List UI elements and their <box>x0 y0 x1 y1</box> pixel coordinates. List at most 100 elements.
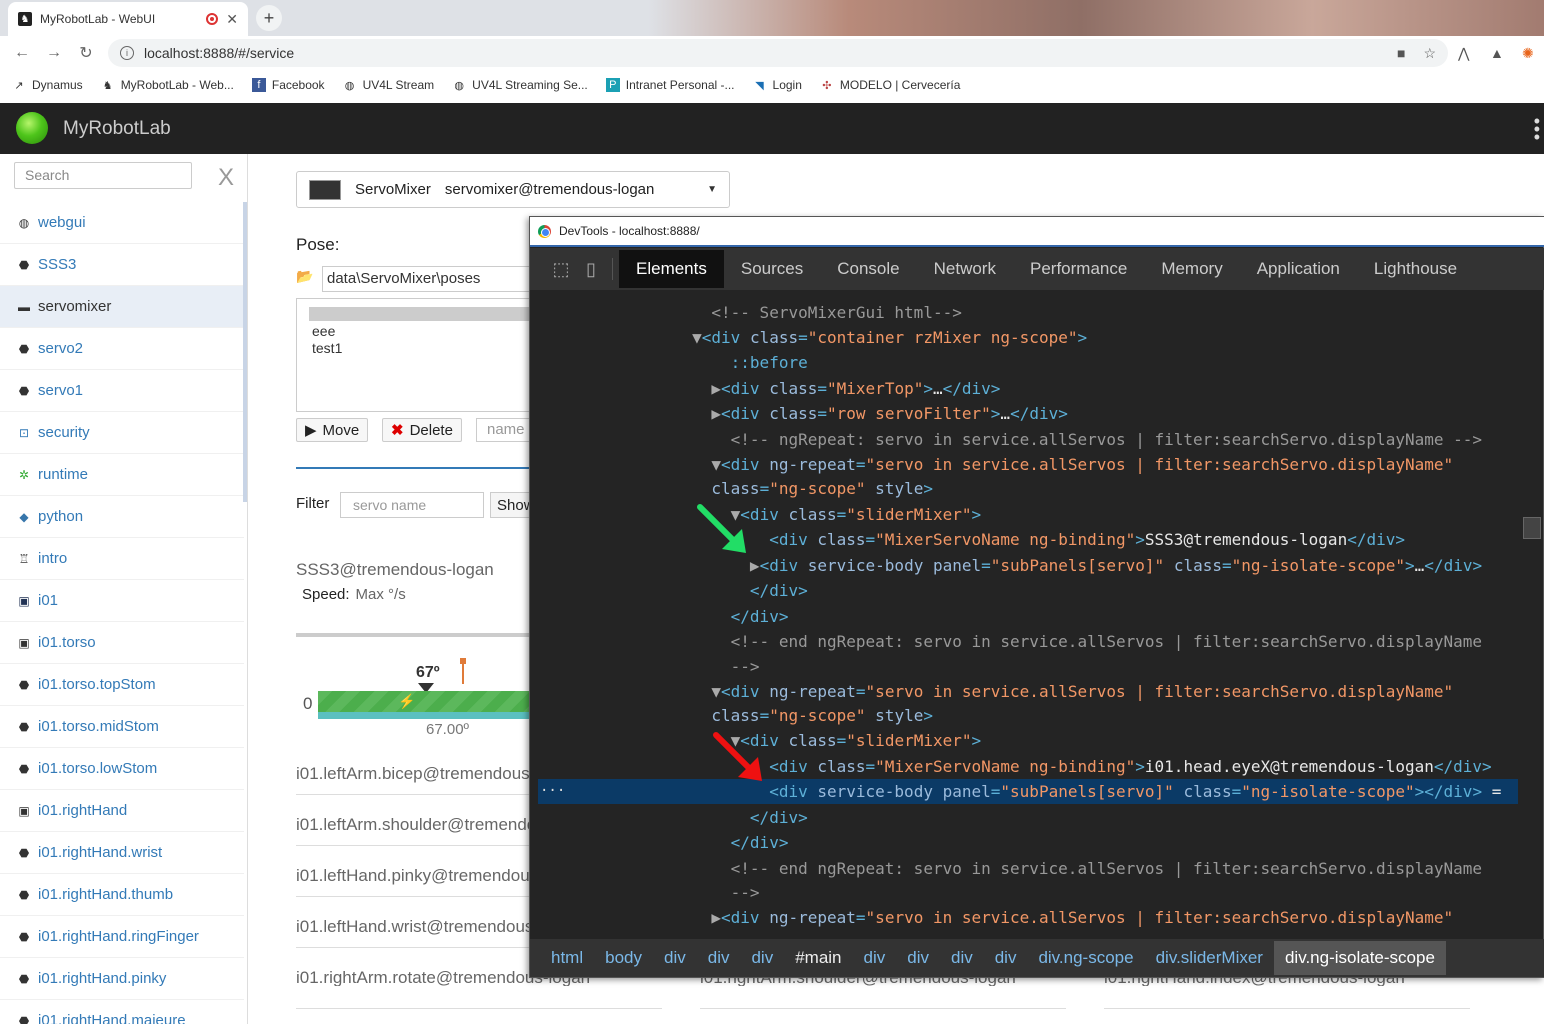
bookmark-intranet[interactable]: P Intranet Personal -... <box>605 78 735 92</box>
dom-node[interactable]: ▼<div class="sliderMixer"> <box>538 502 1518 527</box>
dom-node[interactable]: class="ng-scope" style> <box>538 703 1518 728</box>
dom-node-selected[interactable]: <div service-body panel="subPanels[servo… <box>538 779 1518 804</box>
elements-tree[interactable]: <!-- ServoMixerGui html--> ▼<div class="… <box>538 290 1518 936</box>
sidebar-item-servo2[interactable]: ⬣ servo2 <box>0 328 244 370</box>
dom-node[interactable]: class="ng-scope" style> <box>538 476 1518 501</box>
crumb-slidermixer[interactable]: div.sliderMixer <box>1145 941 1274 975</box>
crumb-div[interactable]: div <box>740 941 784 975</box>
browser-tab[interactable]: ♞ MyRobotLab - WebUI ✕ <box>8 2 248 36</box>
sidebar-item-i01-torso-lowstom[interactable]: ⬣ i01.torso.lowStom <box>0 748 244 790</box>
slider-track[interactable] <box>318 712 530 719</box>
crumb-ng-isolate-scope[interactable]: div.ng-isolate-scope <box>1273 941 1446 975</box>
sidebar-item-security[interactable]: ⊡ security <box>0 412 244 454</box>
device-toolbar-icon[interactable]: ▯ <box>576 254 606 284</box>
devtools-titlebar[interactable]: DevTools - localhost:8888/ <box>530 217 1544 247</box>
sidebar-item-i01-righthand-wrist[interactable]: ⬣ i01.rightHand.wrist <box>0 832 244 874</box>
service-select[interactable]: ServoMixer servomixer@tremendous-logan ▼ <box>296 171 730 208</box>
dom-node[interactable]: <!-- end ngRepeat: servo in service.allS… <box>538 856 1518 881</box>
sidebar-item-servomixer[interactable]: ▬ servomixer <box>0 286 244 328</box>
bookmark-myrobotlab[interactable]: ♞ MyRobotLab - Web... <box>101 78 234 92</box>
crumb-main[interactable]: #main <box>784 941 852 975</box>
energized-slider[interactable]: ⚡ ENERGIZED <box>318 691 530 726</box>
more-options-icon[interactable]: ··· <box>540 783 565 799</box>
servo-row[interactable]: i01.leftHand.wrist@tremendous-logan <box>296 917 536 948</box>
servo-row[interactable]: i01.leftHand.pinky@tremendous-logan <box>296 866 536 897</box>
dom-node[interactable]: ▶<div class="MixerTop">…</div> <box>538 376 1518 401</box>
dom-node[interactable]: ▶<div class="row servoFilter">…</div> <box>538 401 1518 426</box>
dom-node[interactable]: <!-- end ngRepeat: servo in service.allS… <box>538 629 1518 654</box>
servo-row[interactable]: i01.leftArm.shoulder@tremendous-logan <box>296 815 536 846</box>
delete-button[interactable]: ✖ Delete <box>382 418 462 442</box>
sidebar-item-python[interactable]: ◆ python <box>0 496 244 538</box>
tab-elements[interactable]: Elements <box>619 250 724 288</box>
dom-node[interactable]: ::before <box>538 350 1518 375</box>
dom-node[interactable]: </div> <box>538 604 1518 629</box>
dom-node[interactable]: <div class="MixerServoName ng-binding">i… <box>538 754 1518 779</box>
pose-item-eee[interactable]: eee <box>312 323 335 339</box>
servo-row[interactable]: i01.leftArm.bicep@tremendous-logan <box>296 764 536 795</box>
target-marker[interactable] <box>460 658 466 684</box>
new-tab-button[interactable]: + <box>256 5 282 31</box>
dom-node[interactable]: ▼<div class="sliderMixer"> <box>538 728 1518 753</box>
sidebar-item-i01[interactable]: ▣ i01 <box>0 580 244 622</box>
kebab-menu-icon[interactable]: • • • <box>1534 112 1540 146</box>
bookmark-uv4l-streaming[interactable]: ◍ UV4L Streaming Se... <box>452 78 587 92</box>
sidebar-item-runtime[interactable]: ✲ runtime <box>0 454 244 496</box>
tab-lighthouse[interactable]: Lighthouse <box>1357 250 1474 288</box>
bookmark-facebook[interactable]: f Facebook <box>251 78 325 92</box>
bookmark-modelo[interactable]: ✣ MODELO | Cervecería <box>820 78 960 92</box>
bookmark-uv4l-stream[interactable]: ◍ UV4L Stream <box>343 78 434 92</box>
crumb-div[interactable]: div <box>697 941 741 975</box>
star-icon[interactable]: ☆ <box>1423 45 1436 62</box>
url-input[interactable]: i localhost:8888/#/service ■ ☆ <box>108 39 1448 67</box>
pose-name-input[interactable]: name <box>476 418 536 442</box>
crumb-body[interactable]: body <box>594 941 653 975</box>
pose-item-test1[interactable]: test1 <box>312 340 342 356</box>
sidebar-item-i01-righthand-ringfinger[interactable]: ⬣ i01.rightHand.ringFinger <box>0 916 244 958</box>
sidebar-item-i01-righthand[interactable]: ▣ i01.rightHand <box>0 790 244 832</box>
dom-node[interactable]: <div class="MixerServoName ng-binding">S… <box>538 527 1518 552</box>
tab-performance[interactable]: Performance <box>1013 250 1144 288</box>
back-icon[interactable]: ← <box>6 44 38 62</box>
sidebar-item-i01-torso[interactable]: ▣ i01.torso <box>0 622 244 664</box>
sidebar-item-servo1[interactable]: ⬣ servo1 <box>0 370 244 412</box>
elements-scrollbar[interactable] <box>1523 517 1541 539</box>
dom-node[interactable]: ▶<div ng-repeat="servo in service.allSer… <box>538 905 1518 930</box>
sidebar-item-intro[interactable]: ♖ intro <box>0 538 244 580</box>
bookmark-dynamus[interactable]: ↗ Dynamus <box>12 78 82 92</box>
speed-value[interactable]: Max °/s <box>356 586 406 603</box>
dom-node[interactable]: ▼<div ng-repeat="servo in service.allSer… <box>538 679 1518 704</box>
dom-node[interactable]: </div> <box>538 578 1518 603</box>
tab-memory[interactable]: Memory <box>1144 250 1239 288</box>
dom-node[interactable]: </div> <box>538 830 1518 855</box>
sidebar-item-i01-righthand-majeure[interactable]: ⬣ i01.rightHand.majeure <box>0 1000 244 1024</box>
move-button[interactable]: ▶ Move <box>296 418 369 442</box>
tab-console[interactable]: Console <box>820 250 916 288</box>
crumb-div[interactable]: div <box>940 941 984 975</box>
filter-input[interactable]: servo name <box>340 492 484 518</box>
angular-extension-icon[interactable]: ▲ <box>1490 45 1504 61</box>
crumb-div[interactable]: div <box>653 941 697 975</box>
crumb-html[interactable]: html <box>540 941 594 975</box>
dom-node[interactable]: </div> <box>538 805 1518 830</box>
crumb-ng-scope[interactable]: div.ng-scope <box>1027 941 1144 975</box>
mrl-logo-icon[interactable] <box>16 112 48 144</box>
extension-orange-icon[interactable]: ✺ <box>1522 45 1534 62</box>
crumb-div[interactable]: div <box>896 941 940 975</box>
show-button[interactable]: Show <box>490 492 535 518</box>
close-tab-icon[interactable]: ✕ <box>226 11 238 28</box>
tab-network[interactable]: Network <box>917 250 1013 288</box>
extension-icon[interactable]: ⋀ <box>1458 45 1469 62</box>
sidebar-item-i01-righthand-thumb[interactable]: ⬣ i01.rightHand.thumb <box>0 874 244 916</box>
dom-node[interactable]: ▼<div ng-repeat="servo in service.allSer… <box>538 452 1518 477</box>
dom-node[interactable]: <!-- ngRepeat: servo in service.allServo… <box>538 427 1518 452</box>
info-icon[interactable]: i <box>120 46 134 60</box>
brand-title[interactable]: MyRobotLab <box>63 118 171 140</box>
sidebar-item-i01-torso-topstom[interactable]: ⬣ i01.torso.topStom <box>0 664 244 706</box>
bookmark-login[interactable]: ◥ Login <box>753 78 802 92</box>
camera-icon[interactable]: ■ <box>1397 45 1405 62</box>
reload-icon[interactable]: ↻ <box>70 43 102 63</box>
sidebar-item-i01-torso-midstom[interactable]: ⬣ i01.torso.midStom <box>0 706 244 748</box>
tab-sources[interactable]: Sources <box>724 250 820 288</box>
sidebar-item-sss3[interactable]: ⬣ SSS3 <box>0 244 244 286</box>
